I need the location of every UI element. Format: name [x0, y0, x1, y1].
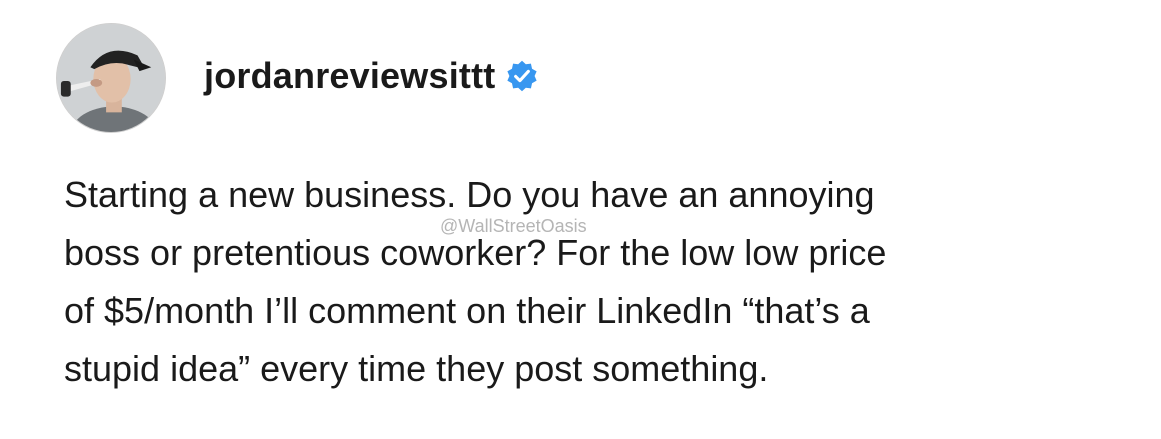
- post-text: Starting a new business. Do you have an …: [64, 174, 887, 389]
- post-card: jordanreviewsittt Starting a new busines…: [0, 0, 1161, 439]
- username-row: jordanreviewsittt: [204, 52, 539, 100]
- watermark: @WallStreetOasis: [440, 216, 587, 236]
- username[interactable]: jordanreviewsittt: [204, 52, 495, 100]
- avatar[interactable]: [56, 23, 166, 133]
- verified-badge-icon: [505, 59, 539, 93]
- avatar-photo: [57, 24, 165, 132]
